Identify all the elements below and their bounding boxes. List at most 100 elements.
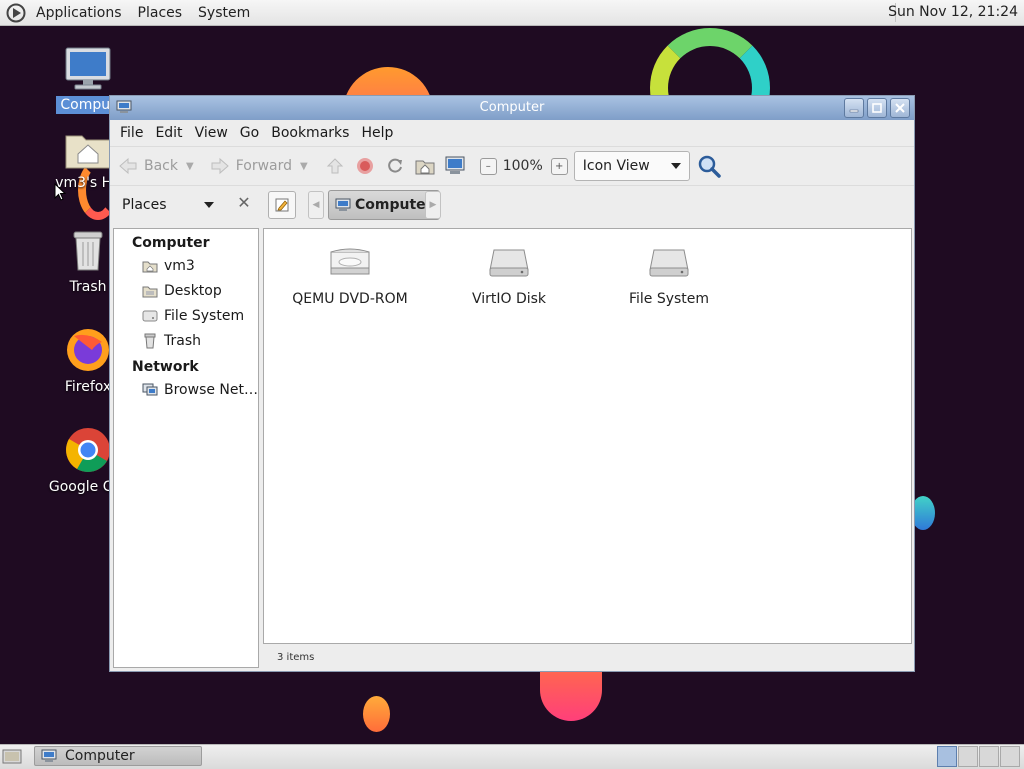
zoom-in-button[interactable]: + bbox=[550, 157, 568, 175]
up-button[interactable] bbox=[322, 153, 348, 179]
sidebar-item-label: Desktop bbox=[164, 282, 222, 299]
workspace-1[interactable] bbox=[937, 746, 957, 767]
applications-menu[interactable]: Applications bbox=[28, 5, 130, 21]
edit-icon bbox=[275, 198, 289, 212]
computer-button[interactable] bbox=[442, 153, 468, 179]
close-button[interactable] bbox=[890, 98, 910, 118]
network-icon bbox=[142, 382, 158, 398]
forward-history-dropdown[interactable]: ▼ bbox=[300, 161, 308, 172]
breadcrumb-label: Computer bbox=[355, 197, 433, 213]
workspace-4[interactable] bbox=[1000, 746, 1020, 767]
clock[interactable]: Sun Nov 12, 21:24 bbox=[888, 4, 1018, 20]
mouse-pointer-icon bbox=[54, 183, 66, 201]
show-desktop-icon[interactable] bbox=[2, 747, 22, 765]
small-orange-blob-decoration bbox=[363, 696, 390, 732]
view-mode-value: Icon View bbox=[582, 158, 650, 174]
forward-button[interactable]: Forward ▼ bbox=[210, 157, 308, 175]
breadcrumb-computer[interactable]: Computer bbox=[328, 190, 440, 220]
sidebar-heading-network: Network bbox=[132, 359, 199, 375]
minus-icon: – bbox=[485, 160, 491, 172]
home-folder-icon bbox=[142, 258, 158, 274]
item-virtio-disk[interactable]: VirtIO Disk bbox=[439, 243, 579, 307]
sidebar-item-label: Trash bbox=[164, 332, 201, 349]
view-mode-select[interactable]: Icon View bbox=[573, 151, 690, 181]
close-icon: ✕ bbox=[237, 193, 251, 212]
plus-icon: + bbox=[555, 160, 564, 172]
menu-view[interactable]: View bbox=[189, 125, 234, 141]
menu-help[interactable]: Help bbox=[355, 125, 399, 141]
top-panel: Applications Places System Sun Nov 12, 2… bbox=[0, 0, 1024, 26]
menu-go[interactable]: Go bbox=[234, 125, 265, 141]
desktop-icon-label: Firefox bbox=[64, 379, 112, 395]
item-label: VirtIO Disk bbox=[471, 291, 547, 307]
item-label: File System bbox=[628, 291, 710, 307]
toggle-location-entry-button[interactable] bbox=[268, 191, 296, 219]
home-folder-icon bbox=[65, 135, 111, 169]
file-manager-window: Computer File Edit View Go Bookmarks Hel… bbox=[109, 95, 915, 672]
taskbar-button-label: Computer bbox=[65, 748, 135, 764]
menu-edit[interactable]: Edit bbox=[149, 125, 188, 141]
back-button[interactable]: Back ▼ bbox=[118, 157, 194, 175]
back-history-dropdown[interactable]: ▼ bbox=[186, 161, 194, 172]
menu-bar: File Edit View Go Bookmarks Help bbox=[110, 120, 914, 146]
stop-button[interactable] bbox=[352, 153, 378, 179]
breadcrumb-scroll-right[interactable]: ▶ bbox=[425, 191, 441, 219]
item-file-system[interactable]: File System bbox=[599, 243, 739, 307]
side-pane-value: Places bbox=[122, 197, 167, 213]
back-arrow-icon bbox=[119, 157, 137, 175]
menu-file[interactable]: File bbox=[114, 125, 149, 141]
hard-disk-icon bbox=[489, 249, 529, 277]
maximize-icon bbox=[872, 103, 882, 113]
chevron-left-icon: ◀ bbox=[312, 200, 320, 210]
hard-disk-icon bbox=[142, 308, 158, 324]
breadcrumb-scroll-left[interactable]: ◀ bbox=[308, 191, 324, 219]
minimize-button[interactable] bbox=[844, 98, 864, 118]
desktop-folder-icon bbox=[142, 283, 158, 299]
sidebar-item-desktop[interactable]: Desktop bbox=[114, 278, 258, 303]
zoom-out-button[interactable]: – bbox=[479, 157, 497, 175]
computer-icon bbox=[335, 198, 351, 211]
computer-icon bbox=[445, 156, 465, 174]
places-menu[interactable]: Places bbox=[130, 5, 191, 21]
sidebar-item-label: vm3 bbox=[164, 257, 195, 274]
file-view: QEMU DVD-ROM VirtIO Disk File System bbox=[263, 228, 912, 644]
desktop-icon-label: Trash bbox=[69, 279, 107, 295]
item-qemu-dvd-rom[interactable]: QEMU DVD-ROM bbox=[280, 243, 420, 307]
reload-icon bbox=[387, 158, 402, 173]
location-bar: Places ✕ ◀ Computer ▶ bbox=[110, 186, 914, 224]
home-button[interactable] bbox=[412, 153, 438, 179]
sidebar-item-label: File System bbox=[164, 307, 245, 324]
up-arrow-icon bbox=[326, 158, 343, 174]
home-folder-icon bbox=[415, 160, 435, 175]
minimize-icon bbox=[849, 109, 859, 113]
window-titlebar[interactable]: Computer bbox=[110, 96, 914, 120]
search-button[interactable] bbox=[696, 153, 722, 179]
item-label: QEMU DVD-ROM bbox=[292, 291, 408, 307]
search-icon bbox=[698, 155, 721, 178]
chrome-icon bbox=[66, 428, 110, 472]
menu-bookmarks[interactable]: Bookmarks bbox=[265, 125, 355, 141]
forward-label: Forward bbox=[235, 158, 293, 174]
sidebar-item-vm3[interactable]: vm3 bbox=[114, 253, 258, 278]
sidebar-item-file-system[interactable]: File System bbox=[114, 303, 258, 328]
taskbar-button-computer[interactable]: Computer bbox=[34, 746, 202, 766]
distro-logo-icon[interactable] bbox=[6, 3, 26, 23]
workspace-2[interactable] bbox=[958, 746, 978, 767]
workspace-3[interactable] bbox=[979, 746, 999, 767]
window-title: Computer bbox=[479, 100, 545, 115]
forward-arrow-icon bbox=[211, 157, 229, 175]
close-side-pane-button[interactable]: ✕ bbox=[236, 195, 252, 211]
side-pane-select[interactable]: Places bbox=[110, 197, 250, 213]
reload-button[interactable] bbox=[382, 153, 408, 179]
optical-drive-icon bbox=[330, 248, 370, 275]
toolbar: Back ▼ Forward ▼ – 100% + Icon View bbox=[110, 146, 914, 186]
sidebar-item-browse-network[interactable]: Browse Net… bbox=[114, 377, 258, 402]
bottom-panel: Computer bbox=[0, 744, 1024, 769]
maximize-button[interactable] bbox=[867, 98, 887, 118]
sidebar-item-trash[interactable]: Trash bbox=[114, 328, 258, 353]
places-sidebar: Computer vm3 Desktop File System Trash N… bbox=[113, 228, 259, 668]
back-label: Back bbox=[144, 158, 178, 174]
system-menu[interactable]: System bbox=[190, 5, 258, 21]
sidebar-heading-computer: Computer bbox=[132, 235, 210, 251]
status-bar: 3 items bbox=[277, 652, 315, 663]
